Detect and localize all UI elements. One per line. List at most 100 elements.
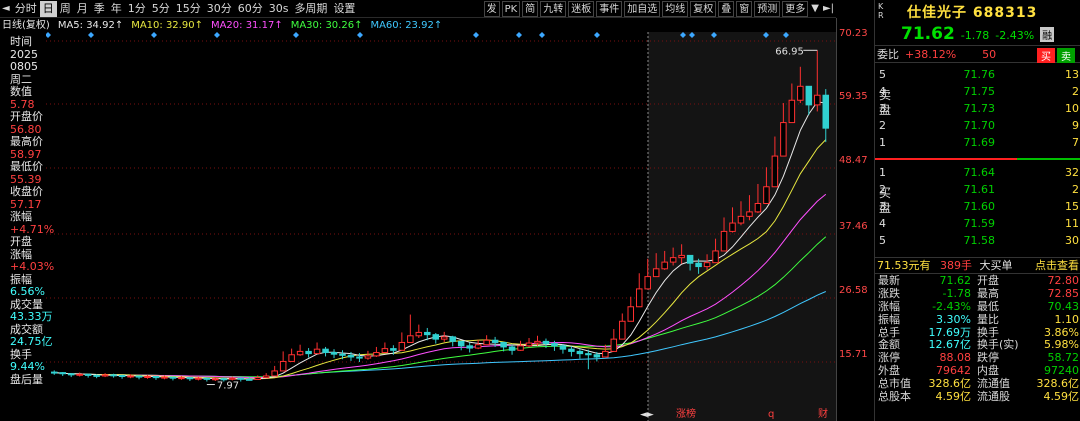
bid-row[interactable]: 3 71.60 15 [875,198,1080,215]
period-tab-13[interactable]: 设置 [330,1,358,17]
period-tab-2[interactable]: 周 [57,1,74,17]
candle-body [780,122,787,157]
stat-label: 最新 [878,274,900,287]
tool-button-3[interactable]: 九转 [540,0,567,17]
big-trade-row: 71.53元有 389手 大买单 点击查看 [875,257,1080,274]
margin-tag: 融 [1040,27,1055,42]
candle-body [619,320,626,340]
period-tab-11[interactable]: 30s [266,1,292,17]
period-tab-0[interactable]: 分时 [12,1,40,17]
candle-body [585,353,592,356]
book-level: 5 [879,68,886,81]
tool-button-4[interactable]: 迷板 [568,0,595,17]
trade-price: 71.53元有 [877,259,931,272]
event-marker-icon [88,32,94,38]
ask-row[interactable]: 4 71.75 2 [875,83,1080,100]
tool-button-0[interactable]: 发 [483,0,500,17]
candle-body [373,352,380,357]
bid-row[interactable]: 4 71.59 11 [875,215,1080,232]
book-volume: 13 [1065,68,1079,81]
candle-body [652,268,660,278]
candle-body [288,354,295,362]
stock-name: 仕佳光子 688313 [907,5,1038,21]
bar-info-26: 9.44% [10,360,45,373]
candle-body [635,288,643,308]
tool-button-12[interactable]: 更多 [782,0,809,17]
ask-row[interactable]: 3 71.73 10 [875,100,1080,117]
ask-side-label: 卖 盘 [879,88,891,118]
candle-body [296,350,304,356]
candle-body [508,346,516,351]
buy-button[interactable]: 买 [1037,48,1055,63]
stats-table: 最新 71.62 开盘 72.80 涨跌 -1.78 最高 72.85 涨幅 -2.43% 最低 70… [875,274,1080,404]
low-price-label: 7.97 [217,381,239,392]
back-icon[interactable]: ◄ [0,1,12,17]
candle-body [474,344,482,349]
candle-body [186,377,194,380]
weibi-row: 委比 +38.12% 50 买 卖 [875,45,1080,63]
period-tab-10[interactable]: 60分 [235,1,266,17]
candle-body [491,339,499,343]
bar-info-10: 最低价 [10,160,43,173]
next-icon[interactable]: ►| [821,1,836,17]
sell-button[interactable]: 卖 [1057,48,1075,63]
candle-body [84,373,92,376]
book-volume: 30 [1065,234,1079,247]
tool-button-7[interactable]: 均线 [662,0,689,17]
tool-button-6[interactable]: 加自选 [624,0,661,17]
price-change: -1.78 [960,29,990,42]
weibi-diff: 50 [982,47,997,61]
kline-chart[interactable]: 66.95 7.97 涨榜 q 财 ◄► [46,32,836,421]
tool-button-11[interactable]: 预测 [754,0,781,17]
kr-badge: K R [878,2,884,20]
book-volume: 15 [1065,200,1079,213]
tool-button-8[interactable]: 复权 [690,0,717,17]
period-tab-1[interactable]: 日 [39,0,57,17]
period-tab-7[interactable]: 5分 [149,1,173,17]
period-tab-12[interactable]: 多周期 [291,1,330,17]
candle-body [720,230,728,252]
stat-value: 71.62 [939,274,972,287]
candle-body [610,338,618,352]
book-volume: 32 [1065,166,1079,179]
event-marker-icon [357,32,363,38]
period-tab-9[interactable]: 30分 [204,1,235,17]
period-tab-6[interactable]: 1分 [125,1,149,17]
weibi-value: +38.12% [905,47,957,61]
quote-panel: K R 仕佳光子 688313 71.62 -1.78 -2.43% 融 委比 … [874,0,1080,421]
tool-button-2[interactable]: 简 [522,0,539,17]
tool-button-9[interactable]: 叠 [718,0,735,17]
period-tab-3[interactable]: 月 [74,1,91,17]
trade-desc: 大买单 [979,259,1013,272]
period-tab-8[interactable]: 15分 [173,1,204,17]
candle-body [195,377,202,380]
ma-title[interactable]: 日线(复权) [2,19,50,32]
ask-row[interactable]: 5 71.76 13 [875,66,1080,83]
bid-row[interactable]: 2 71.61 2 [875,181,1080,198]
bid-row[interactable]: 5 71.58 30 [875,232,1080,249]
tool-button-10[interactable]: 窗 [736,0,753,17]
bid-row[interactable]: 1 71.64 32 [875,164,1080,181]
ask-row[interactable]: 2 71.70 9 [875,117,1080,134]
period-toolbar: ◄ 分时日周月季年 1分 5分 15分 30分 60分 30s 多周期 设置 发 PK 简九转 迷板事… [0,0,836,18]
axis-tick-label: 59.35 [839,91,868,102]
stat-value: -2.43% [932,299,971,313]
candle-body [76,373,83,376]
bar-info-8: 最高价 [10,135,43,148]
ask-row[interactable]: 1 71.69 7 [875,134,1080,151]
trade-link[interactable]: 点击查看 [1035,258,1079,274]
high-price-label: 66.95 [775,46,804,57]
tool-button-5[interactable]: 事件 [596,0,623,17]
tool-button-1[interactable]: PK [501,0,521,17]
candle-body [805,85,813,106]
candle-body [542,340,550,345]
bar-info-24: 24.75亿 [10,335,53,348]
book-price: 71.73 [963,102,996,115]
period-tab-4[interactable]: 季 [91,1,108,17]
candle-body [313,348,321,355]
period-tab-5[interactable]: 年 [108,1,125,17]
book-level: 1 [879,166,886,179]
stat-value: 4.59亿 [1043,390,1080,404]
dropdown-icon[interactable]: ▼ [809,1,821,17]
axis-tick-label: 26.58 [839,285,868,296]
